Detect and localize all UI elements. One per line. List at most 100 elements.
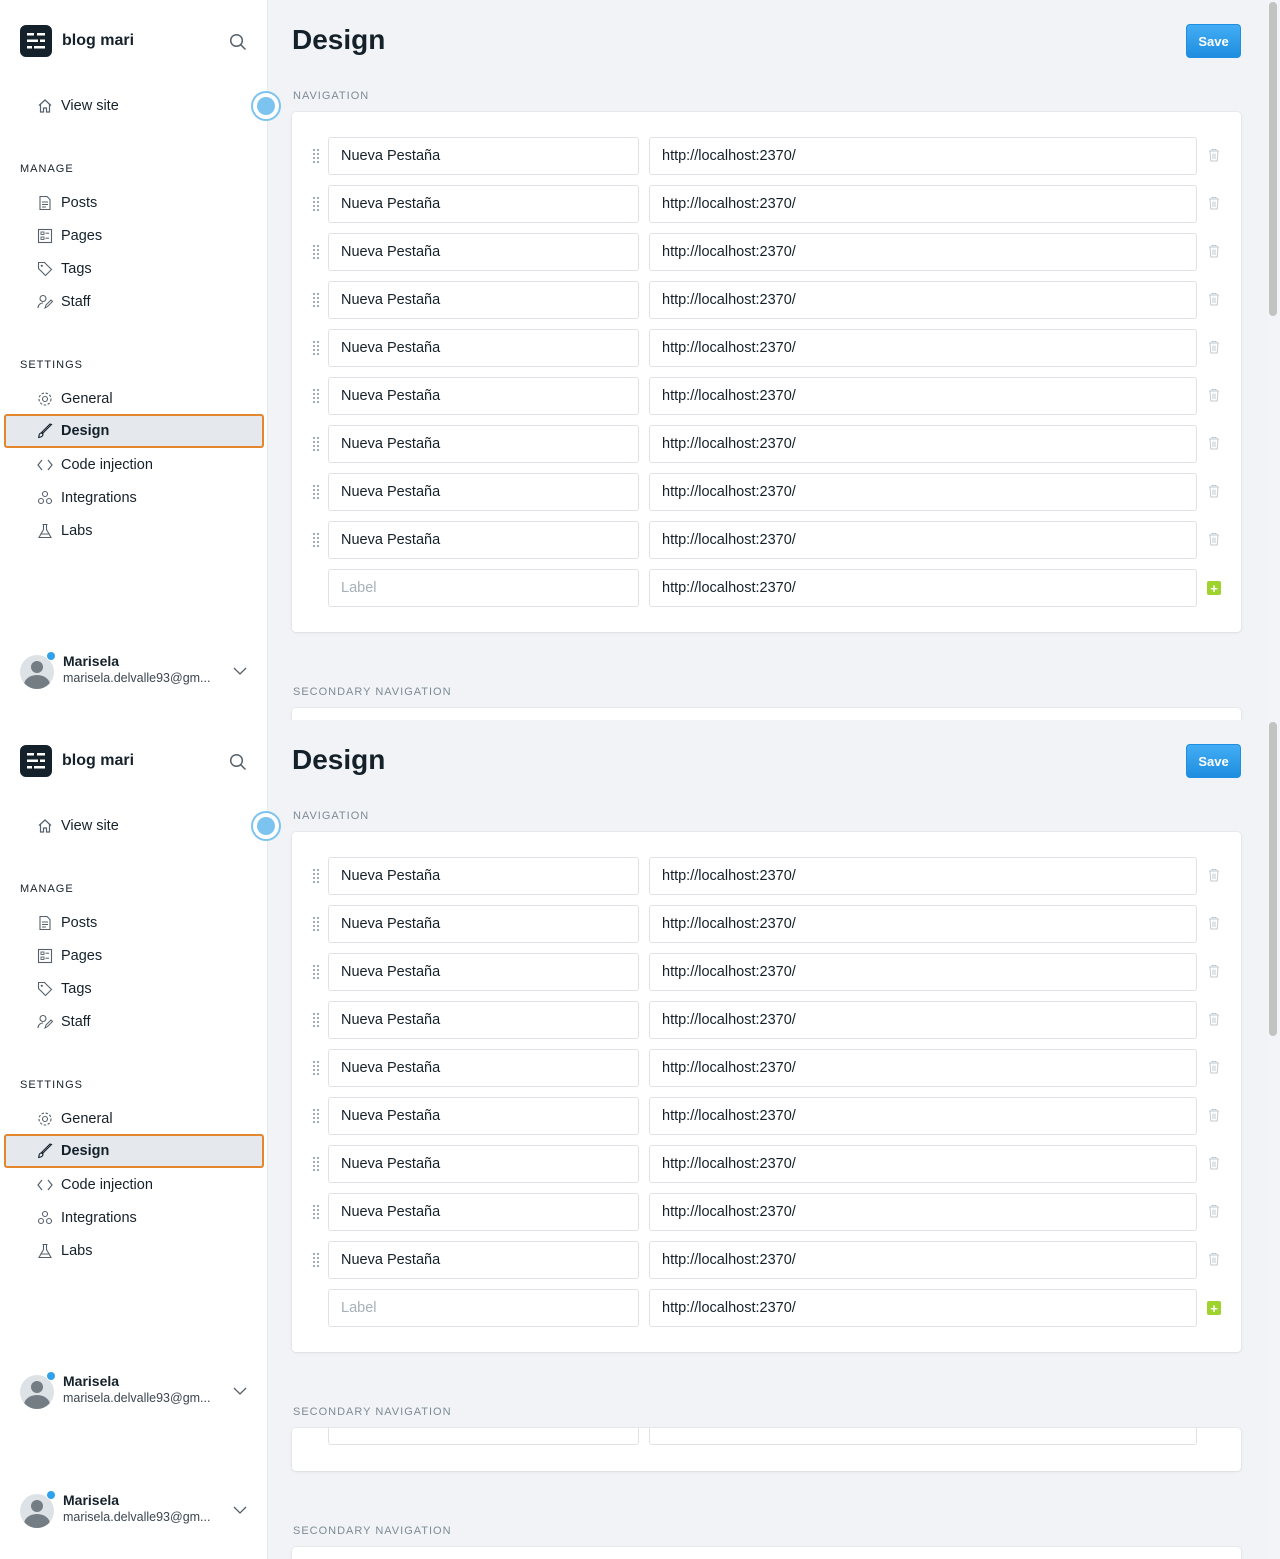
navigation-url-input[interactable]: http://localhost:2370/ [649, 473, 1197, 511]
navigation-label-input[interactable]: Nueva Pestaña [328, 377, 639, 415]
navigation-label-input[interactable]: Nueva Pestaña [328, 185, 639, 223]
sidebar-item-general[interactable]: General [4, 1102, 264, 1135]
drag-handle-icon[interactable] [312, 1156, 320, 1172]
drag-handle-icon[interactable] [312, 436, 320, 452]
trash-icon[interactable] [1208, 244, 1220, 258]
navigation-label-input[interactable]: Nueva Pestaña [328, 473, 639, 511]
navigation-url-input[interactable]: http://localhost:2370/ [649, 1001, 1197, 1039]
trash-icon[interactable] [1208, 148, 1220, 162]
navigation-label-input[interactable]: Nueva Pestaña [328, 953, 639, 991]
sidebar-item-code-injection[interactable]: Code injection [4, 1168, 264, 1201]
sidebar-item-posts[interactable]: Posts [4, 906, 264, 939]
navigation-label-input[interactable]: Nueva Pestaña [328, 857, 639, 895]
trash-icon[interactable] [1208, 484, 1220, 498]
navigation-url-input[interactable]: http://localhost:2370/ [649, 329, 1197, 367]
drag-handle-icon[interactable] [312, 484, 320, 500]
navigation-url-input[interactable]: http://localhost:2370/ [649, 425, 1197, 463]
trash-icon[interactable] [1208, 1108, 1220, 1122]
search-icon[interactable] [229, 33, 247, 51]
add-item-icon[interactable]: + [1207, 581, 1221, 595]
drag-handle-icon[interactable] [312, 1012, 320, 1028]
sidebar-item-general[interactable]: General [4, 382, 264, 415]
new-item-url-input[interactable]: http://localhost:2370/ [649, 1289, 1197, 1327]
sidebar-item-staff[interactable]: Staff [4, 1005, 264, 1038]
trash-icon[interactable] [1208, 916, 1220, 930]
sidebar-item-tags[interactable]: Tags [4, 252, 264, 285]
navigation-url-input[interactable]: http://localhost:2370/ [649, 1049, 1197, 1087]
navigation-label-input[interactable]: Nueva Pestaña [328, 233, 639, 271]
sidebar-item-pages[interactable]: Pages [4, 939, 264, 972]
drag-handle-icon[interactable] [312, 388, 320, 404]
chevron-down-icon[interactable] [232, 1502, 248, 1518]
sidebar-item-integrations[interactable]: Integrations [4, 481, 264, 514]
sidebar-item-labs[interactable]: Labs [4, 1234, 264, 1267]
navigation-url-input[interactable]: http://localhost:2370/ [649, 185, 1197, 223]
trash-icon[interactable] [1208, 868, 1220, 882]
navigation-label-input[interactable]: Nueva Pestaña [328, 281, 639, 319]
navigation-url-input[interactable]: http://localhost:2370/ [649, 1193, 1197, 1231]
user-menu[interactable]: Marisela marisela.delvalle93@gm... [20, 651, 260, 693]
drag-handle-icon[interactable] [312, 340, 320, 356]
scrollbar-thumb[interactable] [1269, 722, 1277, 1036]
drag-handle-icon[interactable] [312, 532, 320, 548]
save-button[interactable]: Save [1186, 744, 1241, 778]
sidebar-item-pages[interactable]: Pages [4, 219, 264, 252]
view-site-link[interactable]: View site [4, 809, 264, 842]
secondary-nav-label-input[interactable] [328, 1427, 639, 1445]
search-icon[interactable] [229, 753, 247, 771]
navigation-url-input[interactable]: http://localhost:2370/ [649, 377, 1197, 415]
navigation-label-input[interactable]: Nueva Pestaña [328, 1241, 639, 1279]
sidebar-item-staff[interactable]: Staff [4, 285, 264, 318]
save-button[interactable]: Save [1186, 24, 1241, 58]
sidebar-item-design[interactable]: Design [4, 1134, 264, 1168]
scrollbar-thumb[interactable] [1269, 2, 1277, 316]
trash-icon[interactable] [1208, 340, 1220, 354]
drag-handle-icon[interactable] [312, 292, 320, 308]
navigation-label-input[interactable]: Nueva Pestaña [328, 521, 639, 559]
trash-icon[interactable] [1208, 1204, 1220, 1218]
trash-icon[interactable] [1208, 1252, 1220, 1266]
navigation-label-input[interactable]: Nueva Pestaña [328, 425, 639, 463]
trash-icon[interactable] [1208, 388, 1220, 402]
brand[interactable]: blog mari [20, 745, 134, 777]
navigation-url-input[interactable]: http://localhost:2370/ [649, 281, 1197, 319]
navigation-url-input[interactable]: http://localhost:2370/ [649, 905, 1197, 943]
sidebar-item-posts[interactable]: Posts [4, 186, 264, 219]
navigation-url-input[interactable]: http://localhost:2370/ [649, 1241, 1197, 1279]
navigation-label-input[interactable]: Nueva Pestaña [328, 1097, 639, 1135]
navigation-url-input[interactable]: http://localhost:2370/ [649, 137, 1197, 175]
trash-icon[interactable] [1208, 196, 1220, 210]
trash-icon[interactable] [1208, 1156, 1220, 1170]
navigation-label-input[interactable]: Nueva Pestaña [328, 329, 639, 367]
chevron-down-icon[interactable] [232, 1383, 248, 1399]
sidebar-item-labs[interactable]: Labs [4, 514, 264, 547]
trash-icon[interactable] [1208, 1012, 1220, 1026]
drag-handle-icon[interactable] [312, 1108, 320, 1124]
trash-icon[interactable] [1208, 1060, 1220, 1074]
navigation-label-input[interactable]: Nueva Pestaña [328, 137, 639, 175]
drag-handle-icon[interactable] [312, 244, 320, 260]
add-item-icon[interactable]: + [1207, 1301, 1221, 1315]
sidebar-item-integrations[interactable]: Integrations [4, 1201, 264, 1234]
sidebar-item-design[interactable]: Design [4, 414, 264, 448]
drag-handle-icon[interactable] [312, 1060, 320, 1076]
new-item-label-input[interactable]: Label [328, 569, 639, 607]
trash-icon[interactable] [1208, 436, 1220, 450]
trash-icon[interactable] [1208, 532, 1220, 546]
navigation-label-input[interactable]: Nueva Pestaña [328, 905, 639, 943]
navigation-url-input[interactable]: http://localhost:2370/ [649, 953, 1197, 991]
trash-icon[interactable] [1208, 964, 1220, 978]
sidebar-item-tags[interactable]: Tags [4, 972, 264, 1005]
navigation-label-input[interactable]: Nueva Pestaña [328, 1145, 639, 1183]
navigation-label-input[interactable]: Nueva Pestaña [328, 1001, 639, 1039]
navigation-url-input[interactable]: http://localhost:2370/ [649, 857, 1197, 895]
drag-handle-icon[interactable] [312, 1252, 320, 1268]
user-menu[interactable]: Marisela marisela.delvalle93@gm... [20, 1371, 260, 1413]
navigation-label-input[interactable]: Nueva Pestaña [328, 1049, 639, 1087]
drag-handle-icon[interactable] [312, 964, 320, 980]
navigation-url-input[interactable]: http://localhost:2370/ [649, 233, 1197, 271]
brand[interactable]: blog mari [20, 25, 134, 57]
new-item-label-input[interactable]: Label [328, 1289, 639, 1327]
sidebar-item-code-injection[interactable]: Code injection [4, 448, 264, 481]
drag-handle-icon[interactable] [312, 868, 320, 884]
